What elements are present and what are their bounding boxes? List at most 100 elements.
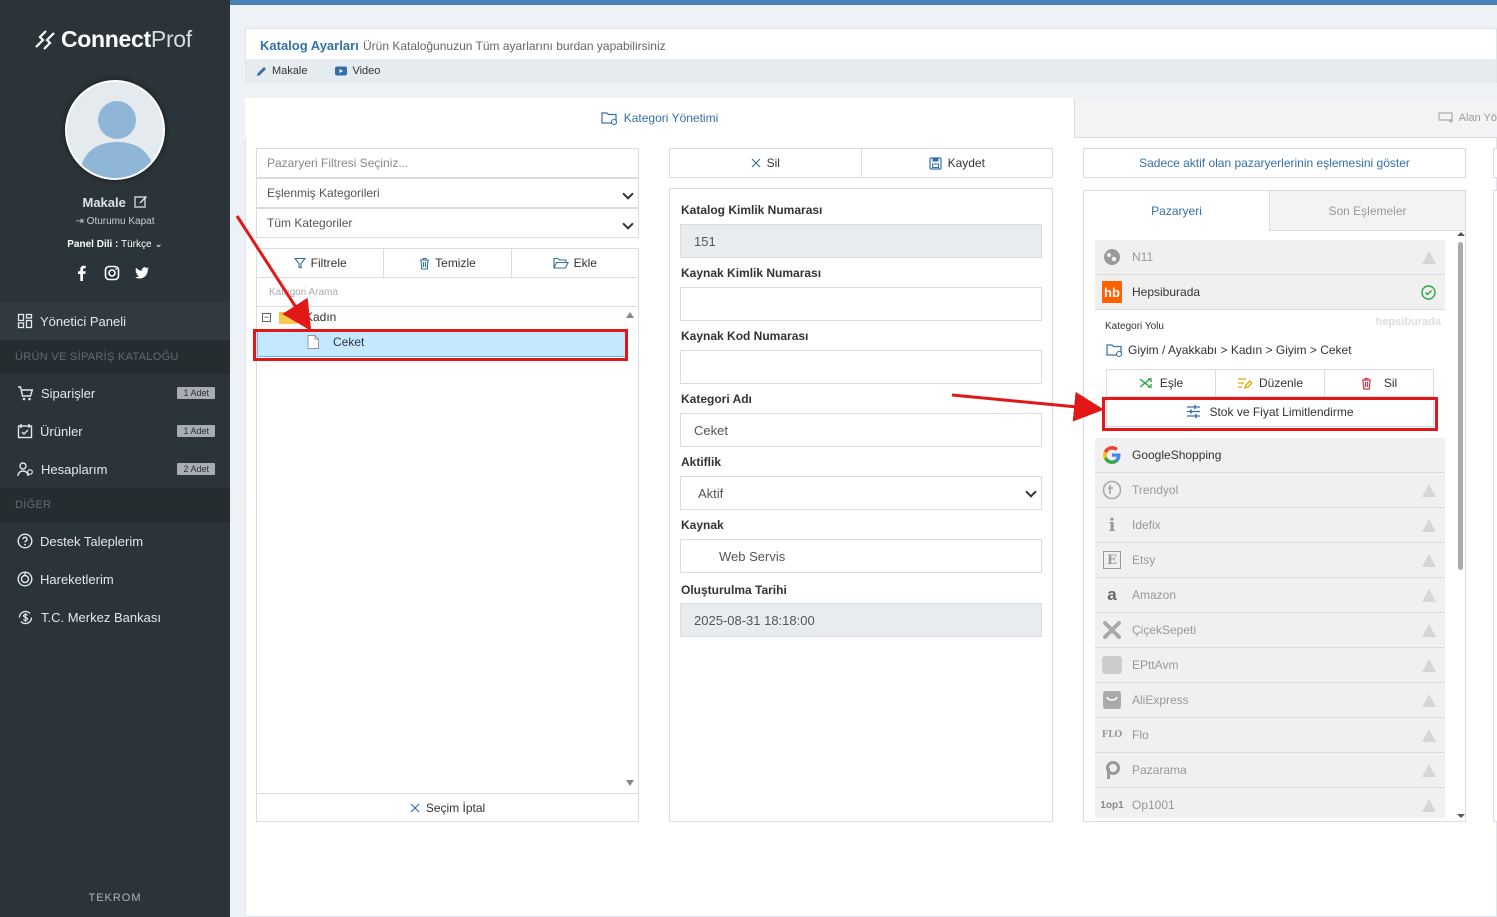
- delete-button[interactable]: Sil: [670, 149, 862, 177]
- marketplace-scrollbar[interactable]: [1456, 232, 1465, 820]
- warning-icon: [1422, 659, 1436, 672]
- category-name-field[interactable]: Ceket: [680, 413, 1042, 447]
- tree-scroll-up[interactable]: [626, 312, 634, 318]
- check-circle-icon: [1421, 285, 1436, 300]
- edit-icon[interactable]: [133, 194, 148, 208]
- products-badge: 1 Adet: [177, 425, 215, 437]
- marketplace-pazarama[interactable]: Pazarama: [1095, 753, 1445, 788]
- source-id-field[interactable]: [680, 287, 1042, 321]
- logo-main: Connect: [61, 26, 151, 52]
- all-categories-select[interactable]: Tüm Kategoriler: [256, 208, 639, 238]
- history-icon: [17, 571, 33, 587]
- tree-node-kadin[interactable]: − Kadın: [262, 310, 336, 324]
- marketplace-trendyol[interactable]: Trendyol: [1095, 473, 1445, 508]
- folder-settings-icon: [1106, 344, 1123, 357]
- add-button[interactable]: Ekle: [512, 249, 638, 277]
- close-icon: [410, 803, 420, 813]
- language-selector[interactable]: Panel Dili : Türkçe ⌄: [0, 239, 230, 250]
- label-source-id: Kaynak Kimlik Numarası: [681, 266, 822, 280]
- article-link[interactable]: Makale: [256, 65, 321, 77]
- map-button[interactable]: Eşle: [1107, 370, 1216, 396]
- status-select[interactable]: Aktif: [680, 476, 1042, 510]
- tree-scroll-down[interactable]: [626, 780, 634, 786]
- sidebar-item-orders[interactable]: Siparişler 1 Adet: [0, 374, 230, 412]
- scroll-thumb[interactable]: [1458, 242, 1463, 570]
- sidebar-item-accounts[interactable]: Hesaplarım 2 Adet: [0, 450, 230, 488]
- category-path: Giyim / Ayakkabı > Kadın > Giyim > Ceket: [1106, 343, 1352, 357]
- save-button[interactable]: Kaydet: [862, 149, 1053, 177]
- tab-category-management[interactable]: Kategori Yönetimi: [245, 98, 1074, 138]
- edit-mapping-button[interactable]: Düzenle: [1216, 370, 1325, 396]
- marketplace-hepsiburada[interactable]: hb Hepsiburada: [1095, 275, 1445, 310]
- logo[interactable]: Connect Prof: [33, 26, 192, 53]
- tab-field-management[interactable]: Alan Yö: [1074, 98, 1497, 138]
- warning-icon: [1422, 729, 1436, 742]
- source-code-field[interactable]: [680, 350, 1042, 384]
- marketplace-etsy[interactable]: E Etsy: [1095, 543, 1445, 578]
- tab-marketplace[interactable]: Pazaryeri: [1084, 191, 1270, 231]
- marketplace-n11[interactable]: N11: [1095, 240, 1445, 275]
- mapped-categories-select[interactable]: Eşlenmiş Kategorileri: [256, 178, 639, 208]
- logout-link[interactable]: ⇥ Oturumu Kapat: [0, 216, 230, 227]
- warning-icon: [1422, 694, 1436, 707]
- top-accent-bar: [230, 0, 1497, 5]
- video-icon: [335, 66, 348, 76]
- marketplace-op1001[interactable]: 1op1 Op1001: [1095, 788, 1445, 818]
- pazarama-icon: [1102, 760, 1122, 780]
- active-only-button[interactable]: Sadece aktif olan pazaryerlerinin eşleme…: [1083, 148, 1466, 178]
- marketplace-amazon[interactable]: a Amazon: [1095, 578, 1445, 613]
- category-detail-form: Katalog Kimlik Numarası 151 Kaynak Kimli…: [669, 188, 1053, 822]
- folder-open-icon: [552, 257, 569, 269]
- aliexpress-icon: [1102, 690, 1122, 710]
- footer-brand: TEKROM: [88, 892, 142, 904]
- delete-mapping-button[interactable]: Sil: [1325, 370, 1433, 396]
- sidebar-menu: Yönetici Paneli ÜRÜN VE SİPARİŞ KATALOĞU…: [0, 302, 230, 636]
- twitter-icon[interactable]: [134, 265, 150, 281]
- next-panel-edge-body: [1493, 190, 1497, 822]
- category-search-input[interactable]: Kategori Arama: [257, 278, 638, 307]
- source-field[interactable]: Web Servis: [680, 539, 1042, 573]
- marketplace-googleshopping[interactable]: GoogleShopping: [1095, 438, 1445, 473]
- collapse-icon[interactable]: −: [262, 312, 271, 322]
- logo-suffix: Prof: [150, 26, 192, 52]
- filter-icon: [293, 257, 306, 269]
- cart-icon: [18, 385, 34, 400]
- facebook-icon[interactable]: [74, 265, 90, 281]
- marketplace-flo[interactable]: FLO Flo: [1095, 718, 1445, 753]
- label-source-code: Kaynak Kod Numarası: [681, 329, 809, 343]
- cancel-selection-button[interactable]: Seçim İptal: [257, 793, 638, 822]
- trendyol-icon: [1102, 480, 1122, 500]
- sidebar-item-history[interactable]: Hareketlerim: [0, 560, 230, 598]
- filter-button[interactable]: Filtrele: [257, 249, 385, 277]
- warning-icon: [1422, 624, 1436, 637]
- marketplace-filter-input[interactable]: Pazaryeri Filtresi Seçiniz...: [256, 148, 639, 178]
- sidebar-item-products[interactable]: Ürünler 1 Adet: [0, 412, 230, 450]
- help-icon: [17, 533, 33, 549]
- logout-icon: ⇥: [75, 216, 84, 227]
- edit-lines-icon: [1237, 378, 1252, 389]
- scroll-up-arrow[interactable]: [1457, 232, 1465, 236]
- clear-button[interactable]: Temizle: [384, 249, 512, 277]
- avatar[interactable]: [65, 80, 165, 180]
- sidebar-item-dashboard[interactable]: Yönetici Paneli: [0, 302, 230, 340]
- help-links: Makale Video: [246, 59, 1496, 83]
- field-icon: [1438, 111, 1453, 123]
- label-catalog-id: Katalog Kimlik Numarası: [681, 203, 823, 217]
- marketplace-idefix[interactable]: i Idefix: [1095, 508, 1445, 543]
- warning-icon: [1422, 251, 1436, 264]
- trash-icon: [1361, 377, 1371, 390]
- marketplace-ciceksepeti[interactable]: ÇiçekSepeti: [1095, 613, 1445, 648]
- scroll-down-arrow[interactable]: [1457, 814, 1465, 818]
- label-category-name: Kategori Adı: [681, 392, 752, 406]
- orders-badge: 1 Adet: [177, 387, 215, 399]
- instagram-icon[interactable]: [104, 265, 120, 281]
- tab-recent-mappings[interactable]: Son Eşlemeler: [1269, 191, 1465, 231]
- warning-icon: [1422, 519, 1436, 532]
- marketplace-epttavm[interactable]: EPttAvm: [1095, 648, 1445, 683]
- label-status: Aktiflik: [681, 455, 722, 469]
- video-link[interactable]: Video: [335, 65, 394, 77]
- marketplace-aliexpress[interactable]: AliExpress: [1095, 683, 1445, 718]
- catalog-id-field: 151: [680, 224, 1042, 258]
- sidebar-item-central-bank[interactable]: T.C. Merkez Bankası: [0, 598, 230, 636]
- sidebar-item-support[interactable]: Destek Taleplerim: [0, 522, 230, 560]
